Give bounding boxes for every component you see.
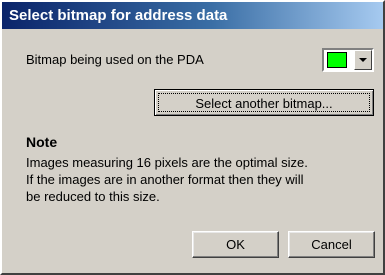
select-bitmap-dialog: Select bitmap for address data Bitmap be… bbox=[0, 0, 385, 275]
note-line: If the images are in another format then… bbox=[26, 172, 304, 187]
note-heading: Note bbox=[26, 134, 58, 150]
select-another-bitmap-button[interactable]: Select another bitmap... bbox=[154, 89, 374, 116]
cancel-button[interactable]: Cancel bbox=[288, 231, 375, 258]
note-text: Images measuring 16 pixels are the optim… bbox=[26, 154, 371, 205]
select-another-bitmap-label: Select another bitmap... bbox=[158, 93, 370, 112]
bitmap-dropdown-button[interactable] bbox=[354, 50, 372, 70]
chevron-down-icon bbox=[359, 58, 367, 62]
bitmap-preview-swatch bbox=[327, 52, 347, 68]
bitmap-label: Bitmap being used on the PDA bbox=[26, 52, 204, 67]
note-line: Images measuring 16 pixels are the optim… bbox=[26, 155, 308, 170]
dialog-title: Select bitmap for address data bbox=[2, 2, 383, 29]
note-line: be reduced to this size. bbox=[26, 189, 160, 204]
bitmap-picker[interactable] bbox=[322, 48, 374, 72]
ok-button[interactable]: OK bbox=[192, 231, 279, 258]
